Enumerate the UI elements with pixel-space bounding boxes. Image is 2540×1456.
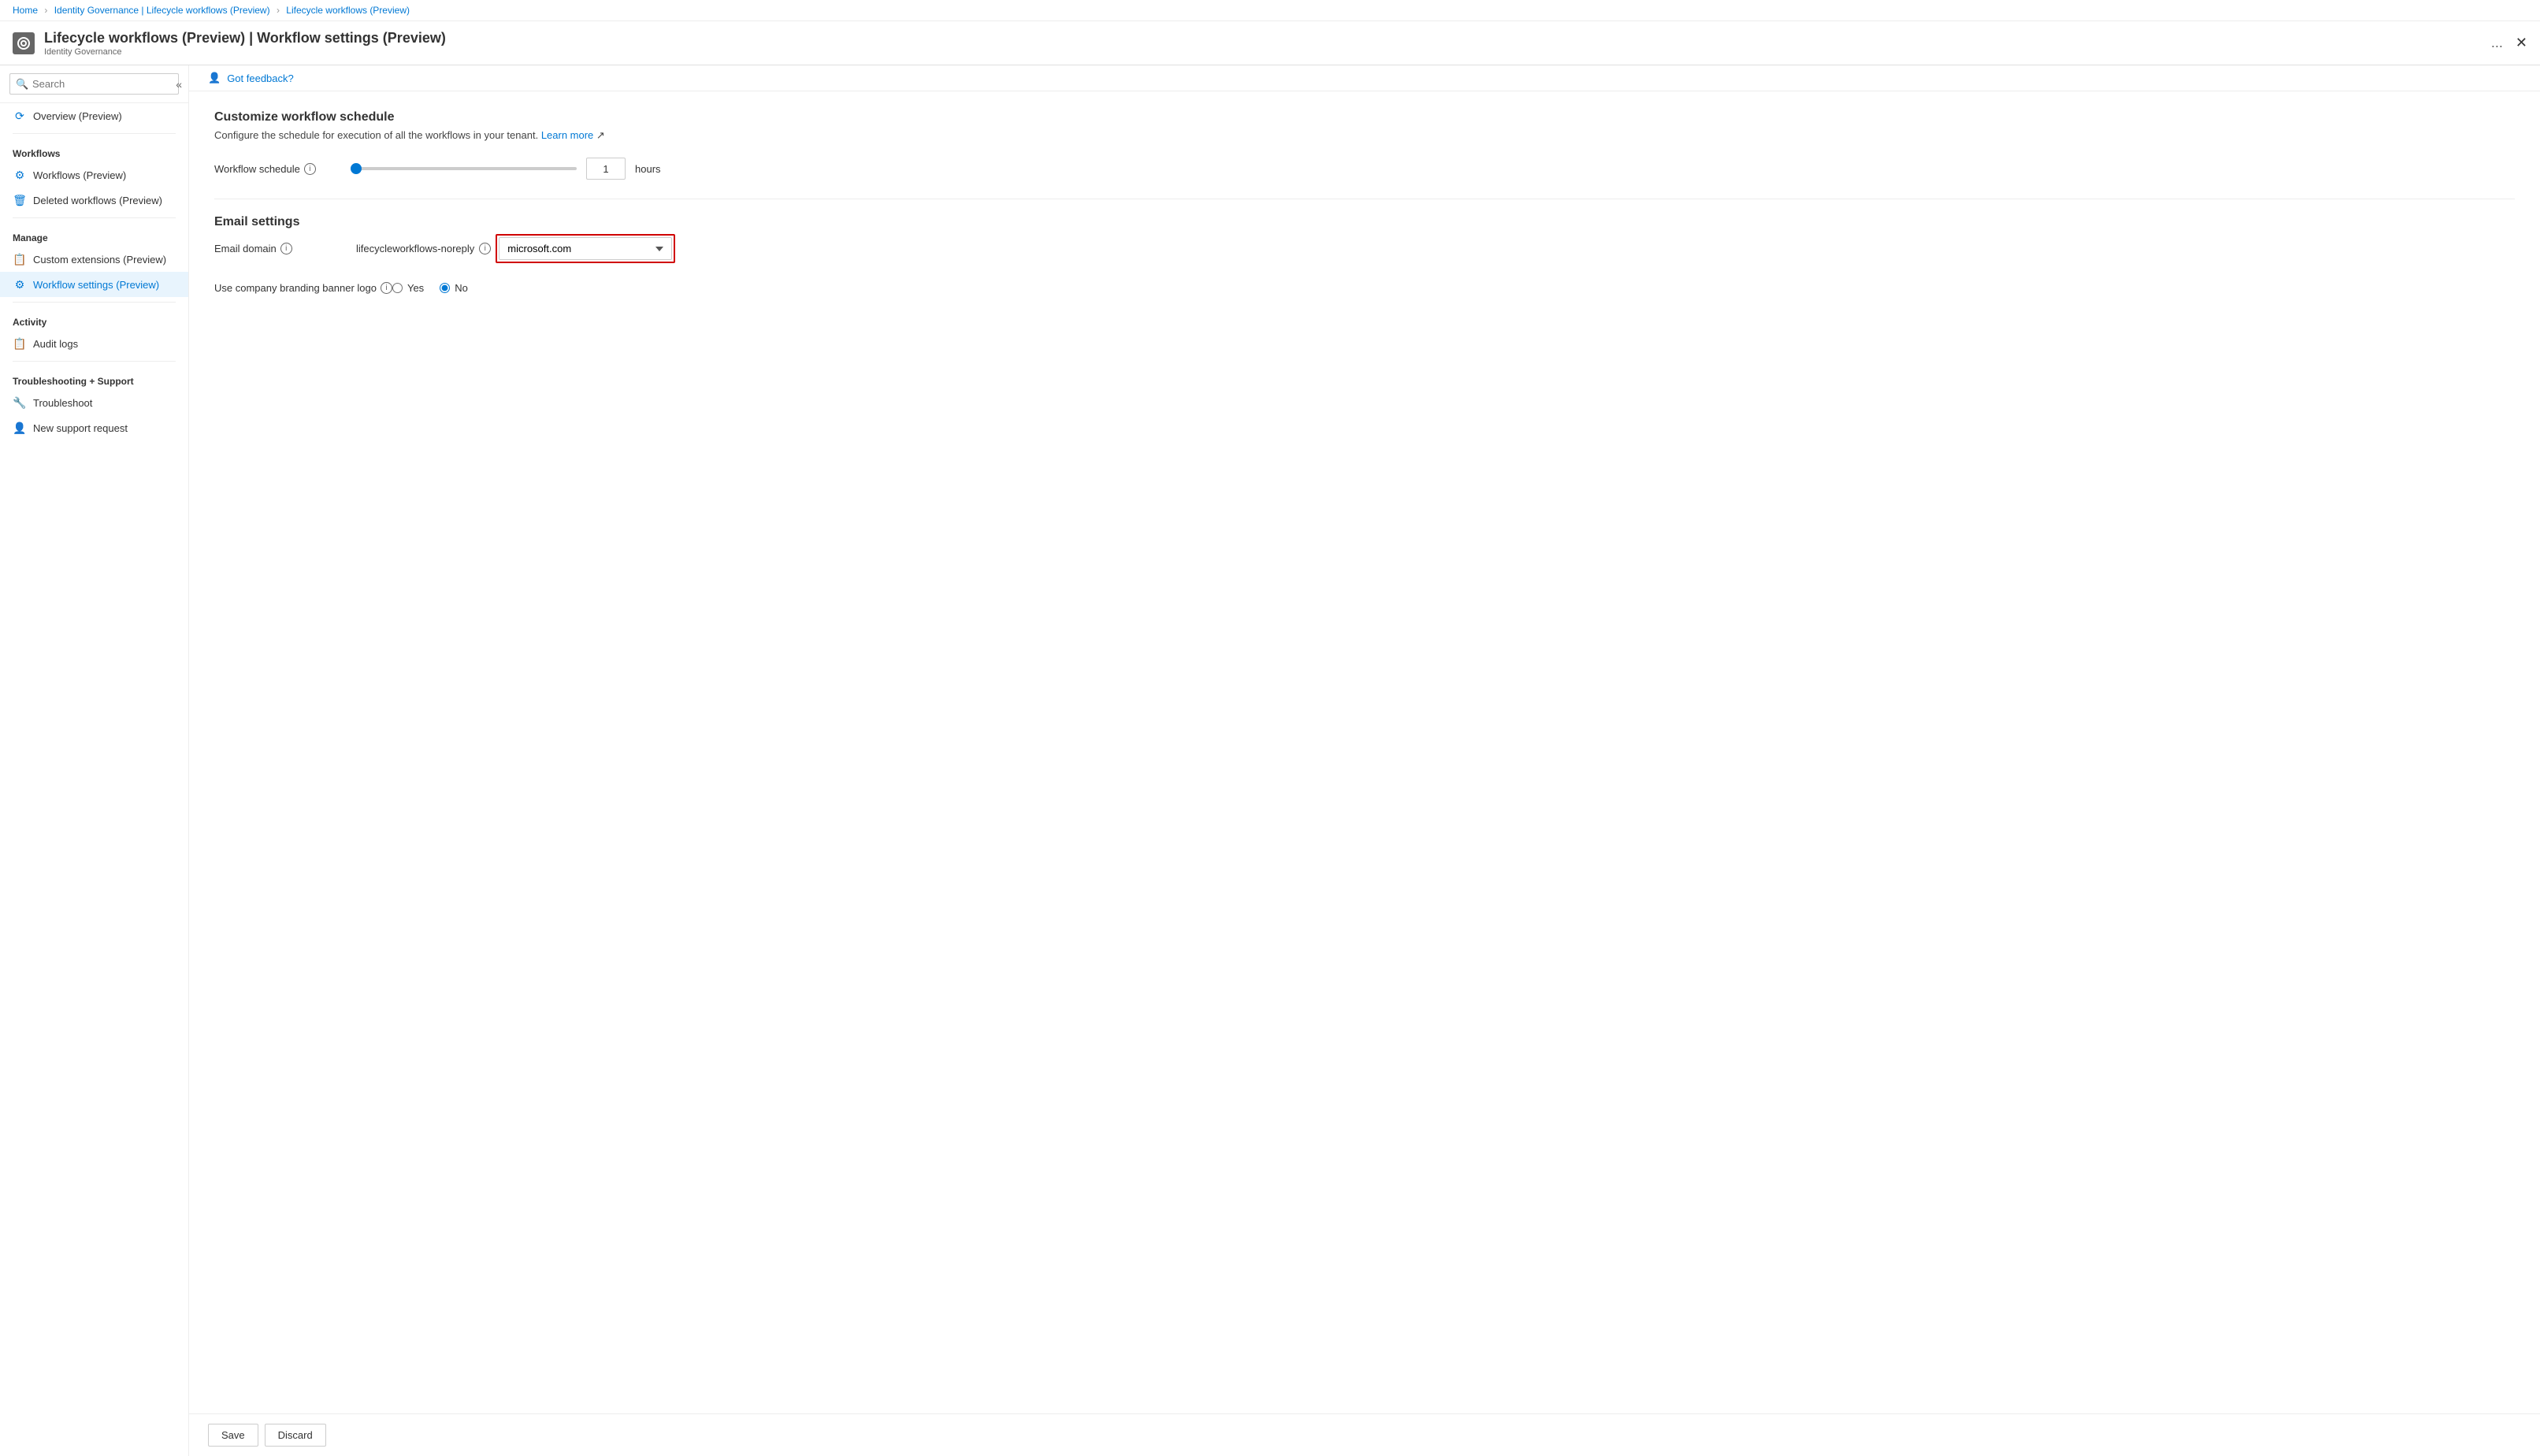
content-area: Customize workflow schedule Configure th…: [189, 91, 2540, 1413]
branding-info-icon[interactable]: i: [381, 282, 392, 294]
feedback-icon: 👤: [208, 72, 221, 84]
sidebar-item-new-support-request[interactable]: 👤 New support request: [0, 415, 188, 440]
sidebar-item-audit-logs[interactable]: 📋 Audit logs: [0, 331, 188, 356]
email-domain-wrap: lifecycleworkflows-noreply i microsoft.c…: [356, 234, 675, 263]
workflow-icon: ⚙: [13, 168, 27, 182]
divider-4: [13, 361, 176, 362]
section-label-activity: Activity: [0, 307, 188, 331]
sidebar-item-extensions-label: Custom extensions (Preview): [33, 254, 166, 266]
sidebar-item-workflows-preview[interactable]: ⚙ Workflows (Preview): [0, 162, 188, 188]
search-container: 🔍 «: [0, 65, 188, 103]
delete-icon: 🗑: [13, 193, 27, 207]
divider-3: [13, 302, 176, 303]
breadcrumb-identity-governance[interactable]: Identity Governance | Lifecycle workflow…: [54, 5, 270, 16]
sidebar-item-troubleshoot-label: Troubleshoot: [33, 397, 92, 409]
feedback-label: Got feedback?: [227, 72, 294, 84]
email-section: Email settings Email domain i lifecyclew…: [214, 215, 2515, 294]
sidebar-item-support-label: New support request: [33, 422, 128, 434]
email-domain-row: Email domain i lifecycleworkflows-norepl…: [214, 234, 2515, 263]
top-bar: Lifecycle workflows (Preview) | Workflow…: [0, 21, 2540, 65]
radio-yes-input[interactable]: [392, 283, 403, 293]
customize-title: Customize workflow schedule: [214, 110, 2515, 124]
sidebar-item-workflow-settings[interactable]: ⚙ Workflow settings (Preview): [0, 272, 188, 297]
sidebar-item-overview[interactable]: ⟳ Overview (Preview): [0, 103, 188, 128]
email-domain-label: Email domain i: [214, 243, 356, 254]
radio-no[interactable]: No: [440, 282, 468, 294]
radio-yes-label: Yes: [407, 282, 424, 294]
sidebar: 🔍 « ⟳ Overview (Preview) Workflows ⚙ Wor…: [0, 65, 189, 1456]
feedback-bar[interactable]: 👤 Got feedback?: [189, 65, 2540, 91]
slider-thumb[interactable]: [351, 163, 362, 174]
divider-2: [13, 217, 176, 218]
main-content: 👤 Got feedback? Customize workflow sched…: [189, 65, 2540, 1456]
settings-icon: ⚙: [13, 277, 27, 292]
radio-no-input[interactable]: [440, 283, 450, 293]
learn-more-link[interactable]: Learn more: [541, 129, 593, 141]
sidebar-item-deleted-workflows[interactable]: 🗑 Deleted workflows (Preview): [0, 188, 188, 213]
radio-group: Yes No: [392, 282, 468, 294]
workflow-schedule-label: Workflow schedule i: [214, 163, 356, 175]
discard-button[interactable]: Discard: [265, 1424, 326, 1447]
workflow-schedule-info-icon[interactable]: i: [304, 163, 316, 175]
slider-track[interactable]: [356, 167, 577, 170]
customize-description: Configure the schedule for execution of …: [214, 129, 2515, 142]
breadcrumb-home[interactable]: Home: [13, 5, 38, 16]
slider-value[interactable]: 1: [586, 158, 626, 180]
customize-section: Customize workflow schedule Configure th…: [214, 110, 2515, 180]
email-domain-box: microsoft.com contoso.com: [496, 234, 675, 263]
save-button[interactable]: Save: [208, 1424, 258, 1447]
slider-wrap: 1 hours: [356, 158, 661, 180]
search-input[interactable]: [9, 73, 179, 95]
radio-no-label: No: [455, 282, 468, 294]
email-prefix: lifecycleworkflows-noreply: [356, 243, 474, 254]
email-prefix-info-icon[interactable]: i: [479, 243, 491, 254]
radio-yes[interactable]: Yes: [392, 282, 424, 294]
sidebar-item-deleted-label: Deleted workflows (Preview): [33, 195, 162, 206]
email-domain-select[interactable]: microsoft.com contoso.com: [499, 237, 672, 260]
page-title: Lifecycle workflows (Preview) | Workflow…: [44, 30, 2479, 46]
collapse-icon[interactable]: «: [176, 78, 182, 91]
close-button[interactable]: ✕: [2516, 35, 2527, 51]
ellipsis-button[interactable]: ...: [2491, 35, 2503, 51]
log-icon: 📋: [13, 336, 27, 351]
branding-row: Use company branding banner logo i Yes N…: [214, 282, 2515, 294]
sidebar-item-workflows-label: Workflows (Preview): [33, 169, 126, 181]
extension-icon: 📋: [13, 252, 27, 266]
branding-label: Use company branding banner logo i: [214, 282, 392, 294]
sidebar-item-settings-label: Workflow settings (Preview): [33, 279, 159, 291]
bottom-bar: Save Discard: [189, 1413, 2540, 1456]
app-icon: [13, 32, 35, 54]
wrench-icon: 🔧: [13, 396, 27, 410]
section-label-troubleshooting: Troubleshooting + Support: [0, 366, 188, 390]
top-bar-titles: Lifecycle workflows (Preview) | Workflow…: [44, 30, 2479, 57]
sidebar-item-audit-label: Audit logs: [33, 338, 78, 350]
sidebar-item-overview-label: Overview (Preview): [33, 110, 122, 122]
breadcrumb: Home › Identity Governance | Lifecycle w…: [0, 0, 2540, 21]
sidebar-item-troubleshoot[interactable]: 🔧 Troubleshoot: [0, 390, 188, 415]
email-domain-info-icon[interactable]: i: [280, 243, 292, 254]
divider: [13, 133, 176, 134]
sidebar-item-custom-extensions[interactable]: 📋 Custom extensions (Preview): [0, 247, 188, 272]
page-subtitle: Identity Governance: [44, 47, 2479, 57]
slider-unit: hours: [635, 163, 661, 175]
workflow-schedule-row: Workflow schedule i 1 hours: [214, 158, 2515, 180]
section-label-workflows: Workflows: [0, 139, 188, 162]
external-link-icon: ↗: [596, 129, 605, 141]
section-label-manage: Manage: [0, 223, 188, 247]
breadcrumb-lifecycle-workflows[interactable]: Lifecycle workflows (Preview): [286, 5, 410, 16]
overview-icon: ⟳: [13, 109, 27, 123]
email-section-title: Email settings: [214, 215, 2515, 229]
person-icon: 👤: [13, 421, 27, 435]
